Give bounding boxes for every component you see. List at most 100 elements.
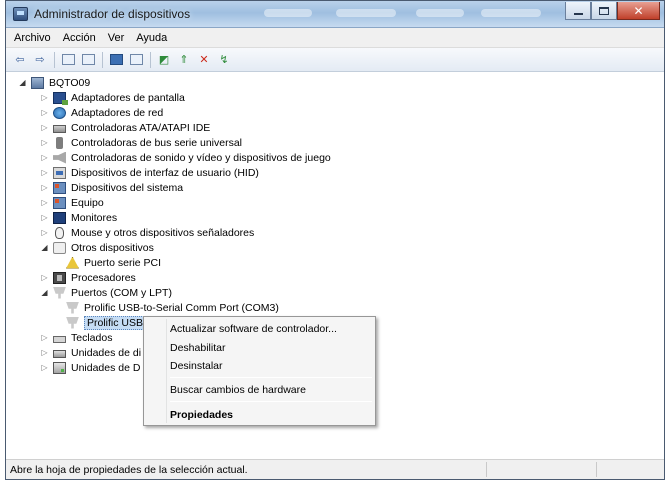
tree-item-mouse[interactable]: ▷ Mouse y otros dispositivos señaladores: [40, 225, 254, 240]
tree-item-prolific-com3[interactable]: Prolific USB-to-Serial Comm Port (COM3): [66, 300, 279, 315]
scan-hardware-icon: ◩: [158, 53, 170, 66]
blurred-background-decoration: [336, 9, 396, 17]
tree-item-adaptadores-pantalla[interactable]: ▷ Adaptadores de pantalla: [40, 90, 185, 105]
update-driver-button[interactable]: ⇑: [176, 52, 192, 68]
tree-item-label: Equipo: [71, 196, 104, 209]
tree-item-unidades-disco[interactable]: ▷ Unidades de di: [40, 345, 141, 360]
tree-item-label: Dispositivos de interfaz de usuario (HID…: [71, 166, 259, 179]
menu-item-update-driver[interactable]: Actualizar software de controlador...: [170, 323, 337, 335]
tree-item-label: Prolific USB: [84, 315, 147, 330]
expand-arrow-icon[interactable]: ▷: [40, 93, 49, 102]
scan-hardware-button[interactable]: ◩: [156, 52, 172, 68]
computer-icon: [53, 196, 66, 209]
menu-item-properties[interactable]: Propiedades: [170, 409, 233, 421]
tree-item-hid[interactable]: ▷ Dispositivos de interfaz de usuario (H…: [40, 165, 259, 180]
menu-accion[interactable]: Acción: [57, 32, 102, 44]
tree-item-dispositivos-sistema[interactable]: ▷ Dispositivos del sistema: [40, 180, 183, 195]
tree-item-label: Mouse y otros dispositivos señaladores: [71, 226, 255, 239]
close-button[interactable]: ✕: [617, 2, 660, 20]
drive-icon: [53, 361, 66, 374]
tree-item-controladoras-ide[interactable]: ▷ Controladoras ATA/ATAPI IDE: [40, 120, 210, 135]
disable-icon: ↯: [219, 53, 229, 66]
tree-item-controladoras-sonido[interactable]: ▷ Controladoras de sonido y vídeo y disp…: [40, 150, 331, 165]
uninstall-button[interactable]: ✕: [196, 52, 212, 68]
minimize-icon: [573, 12, 583, 15]
port-icon: [66, 316, 79, 329]
processor-icon: [53, 271, 66, 284]
tree-item-puertos[interactable]: ◢ Puertos (COM y LPT): [40, 285, 172, 300]
collapse-arrow-icon[interactable]: ◢: [40, 288, 49, 297]
tree-item-adaptadores-red[interactable]: ▷ Adaptadores de red: [40, 105, 163, 120]
collapse-arrow-icon[interactable]: ◢: [40, 243, 49, 252]
show-hide-console-tree-button[interactable]: [60, 52, 76, 68]
expand-arrow-icon[interactable]: ▷: [40, 363, 49, 372]
context-menu-gutter: [166, 319, 167, 423]
tree-item-procesadores[interactable]: ▷ Procesadores: [40, 270, 136, 285]
tree-root[interactable]: ◢ BQTO09: [18, 75, 90, 90]
expand-arrow-icon[interactable]: ▷: [40, 138, 49, 147]
toolbar-separator: [150, 51, 151, 68]
expand-arrow-icon[interactable]: ▷: [40, 168, 49, 177]
expand-arrow-icon[interactable]: ▷: [40, 273, 49, 282]
title-bar[interactable]: Administrador de dispositivos ✕: [6, 1, 664, 28]
action-pane-button[interactable]: [128, 52, 144, 68]
help-icon: [109, 54, 123, 65]
tree-item-label: Controladoras ATA/ATAPI IDE: [71, 121, 211, 134]
tree-item-label: Dispositivos del sistema: [71, 181, 184, 194]
minimize-button[interactable]: [565, 2, 591, 20]
menu-ver[interactable]: Ver: [102, 32, 131, 44]
window-title: Administrador de dispositivos: [34, 7, 191, 21]
tree-item-label: Monitores: [71, 211, 118, 224]
maximize-button[interactable]: [591, 2, 617, 20]
expand-arrow-icon[interactable]: ▷: [40, 213, 49, 222]
status-divider: [486, 462, 487, 477]
expand-arrow-icon[interactable]: ▷: [40, 123, 49, 132]
menu-item-disable[interactable]: Deshabilitar: [170, 342, 225, 354]
expand-arrow-icon[interactable]: ▷: [40, 348, 49, 357]
tree-item-puerto-serie-pci[interactable]: Puerto serie PCI: [66, 255, 161, 270]
expand-arrow-icon[interactable]: ▷: [40, 228, 49, 237]
tree-item-label: Controladoras de sonido y vídeo y dispos…: [71, 151, 331, 164]
menu-item-uninstall[interactable]: Desinstalar: [170, 360, 223, 372]
context-menu: Actualizar software de controlador... De…: [143, 316, 376, 426]
expand-arrow-icon[interactable]: ▷: [40, 108, 49, 117]
uninstall-icon: ✕: [199, 53, 209, 66]
help-button[interactable]: [108, 52, 124, 68]
display-adapter-icon: [53, 91, 68, 105]
status-bar: Abre la hoja de propiedades de la selecc…: [6, 459, 664, 479]
port-icon: [66, 301, 79, 314]
expand-arrow-icon[interactable]: ▷: [40, 198, 49, 207]
menu-archivo[interactable]: Archivo: [8, 32, 57, 44]
expand-arrow-icon[interactable]: ▷: [40, 183, 49, 192]
expand-arrow-icon[interactable]: ▷: [40, 153, 49, 162]
menu-item-scan-hardware[interactable]: Buscar cambios de hardware: [170, 384, 306, 396]
disable-button[interactable]: ↯: [216, 52, 232, 68]
tree-item-prolific-selected[interactable]: Prolific USB: [66, 315, 147, 330]
tree-item-monitores[interactable]: ▷ Monitores: [40, 210, 117, 225]
back-button[interactable]: ⇦: [12, 52, 28, 68]
tree-item-controladoras-usb[interactable]: ▷ Controladoras de bus serie universal: [40, 135, 242, 150]
tree-item-equipo[interactable]: ▷ Equipo: [40, 195, 104, 210]
tree-item-unidades-dvd[interactable]: ▷ Unidades de D: [40, 360, 140, 375]
menu-separator: [170, 401, 372, 402]
device-manager-window: Administrador de dispositivos ✕ Archivo …: [5, 0, 665, 480]
tree-item-label: Teclados: [71, 331, 113, 344]
usb-icon: [56, 136, 63, 149]
expand-arrow-icon[interactable]: ▷: [40, 333, 49, 342]
tree-item-teclados[interactable]: ▷ Teclados: [40, 330, 112, 345]
port-icon: [53, 286, 66, 299]
tree-item-label: Adaptadores de pantalla: [71, 91, 185, 104]
forward-button[interactable]: ⇨: [32, 52, 48, 68]
other-devices-icon: [53, 241, 66, 254]
properties-button[interactable]: [80, 52, 96, 68]
menu-ayuda[interactable]: Ayuda: [130, 32, 173, 44]
warning-device-icon: [66, 256, 79, 269]
tree-item-otros-dispositivos[interactable]: ◢ Otros dispositivos: [40, 240, 154, 255]
system-device-icon: [53, 181, 66, 194]
properties-icon: [81, 54, 95, 65]
tree-item-label: Unidades de di: [71, 346, 142, 359]
computer-icon: [31, 76, 44, 89]
collapse-arrow-icon[interactable]: ◢: [18, 78, 27, 87]
back-arrow-icon: ⇦: [15, 53, 25, 66]
tree-item-label: Controladoras de bus serie universal: [71, 136, 243, 149]
